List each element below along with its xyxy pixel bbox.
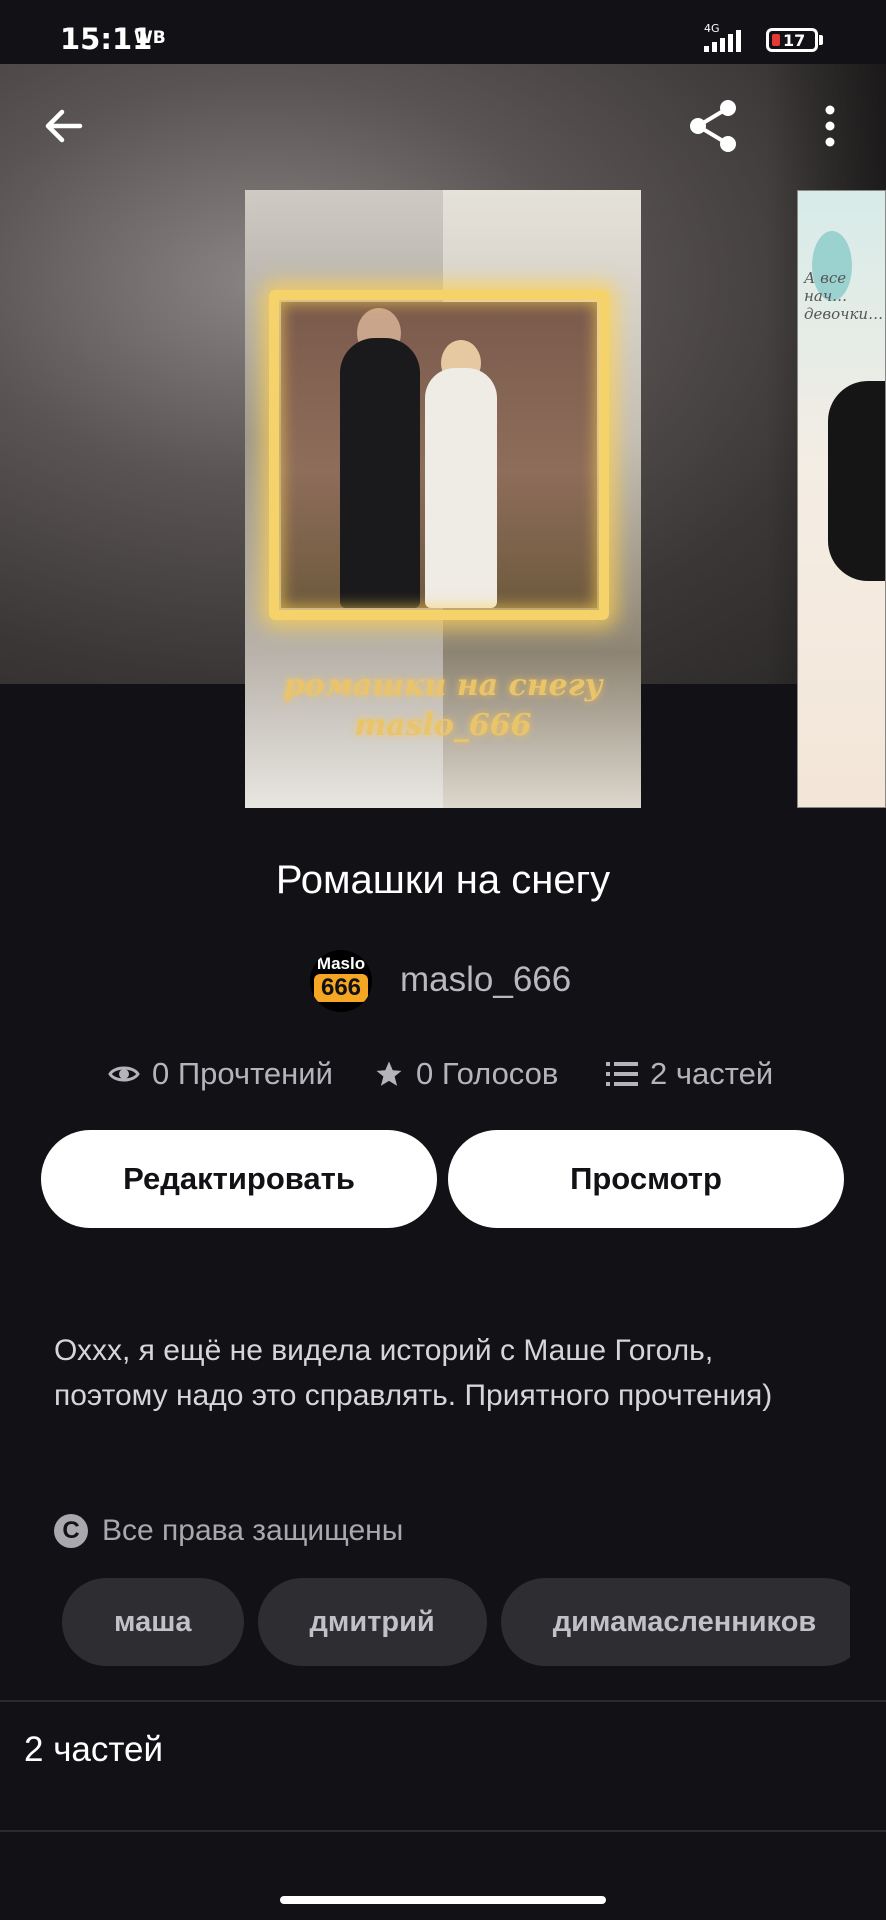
reads-count: 0 Прочтений <box>152 1056 333 1091</box>
preview-button[interactable]: Просмотр <box>448 1130 844 1228</box>
glowing-frame <box>269 290 609 620</box>
next-story-cover[interactable]: А все нач… девочки… <box>797 190 886 808</box>
signal-icon <box>704 30 741 52</box>
story-description: Оххх, я ещё не видела историй с Маше Гог… <box>54 1334 773 1412</box>
status-bar: 15:11 WB 4G 17 <box>0 0 886 64</box>
divider <box>0 1830 886 1832</box>
cover-caption-title: ромашки на снегу <box>283 668 603 703</box>
home-indicator[interactable] <box>280 1896 606 1904</box>
votes-count: 0 Голосов <box>416 1056 559 1091</box>
edit-button[interactable]: Редактировать <box>41 1130 437 1228</box>
battery-level: 17 <box>783 31 806 50</box>
tag-chip[interactable]: димамасленников <box>500 1578 850 1666</box>
copyright-text: Все права защищены <box>102 1514 404 1547</box>
divider <box>0 1700 886 1702</box>
story-title: Ромашки на снегу <box>275 858 611 902</box>
share-icon[interactable] <box>686 98 742 154</box>
next-cover-text: А все нач… девочки… <box>804 269 884 323</box>
cover-caption-author: maslo_666 <box>354 708 532 743</box>
avatar-text-bottom: 666 <box>314 974 368 1002</box>
list-icon <box>606 1062 638 1086</box>
parts-stat: 2 частей <box>606 1056 773 1092</box>
back-arrow-icon[interactable] <box>40 102 88 150</box>
carrier-badge: WB <box>134 28 166 48</box>
tags-row: маша дмитрий димамасленников <box>62 1578 850 1668</box>
author-name[interactable]: maslo_666 <box>400 960 571 1000</box>
battery-icon: 17 <box>766 28 818 52</box>
copyright-row: C Все права защищены <box>54 1514 403 1548</box>
author-avatar[interactable]: Maslo 666 <box>310 950 372 1012</box>
tag-chip[interactable]: дмитрий <box>257 1578 487 1666</box>
star-icon <box>376 1061 402 1086</box>
copyright-icon: C <box>54 1514 88 1548</box>
votes-stat: 0 Голосов <box>374 1056 558 1092</box>
eye-icon <box>108 1066 140 1082</box>
battery-tip <box>819 35 823 45</box>
story-cover[interactable]: ромашки на снегу maslo_666 <box>245 190 641 808</box>
more-vertical-icon[interactable] <box>822 104 838 148</box>
reads-stat: 0 Прочтений <box>108 1056 333 1092</box>
parts-count: 2 частей <box>650 1056 774 1091</box>
avatar-text-top: Maslo <box>316 954 366 973</box>
tag-chip[interactable]: маша <box>62 1578 244 1666</box>
parts-heading: 2 частей <box>24 1730 164 1769</box>
